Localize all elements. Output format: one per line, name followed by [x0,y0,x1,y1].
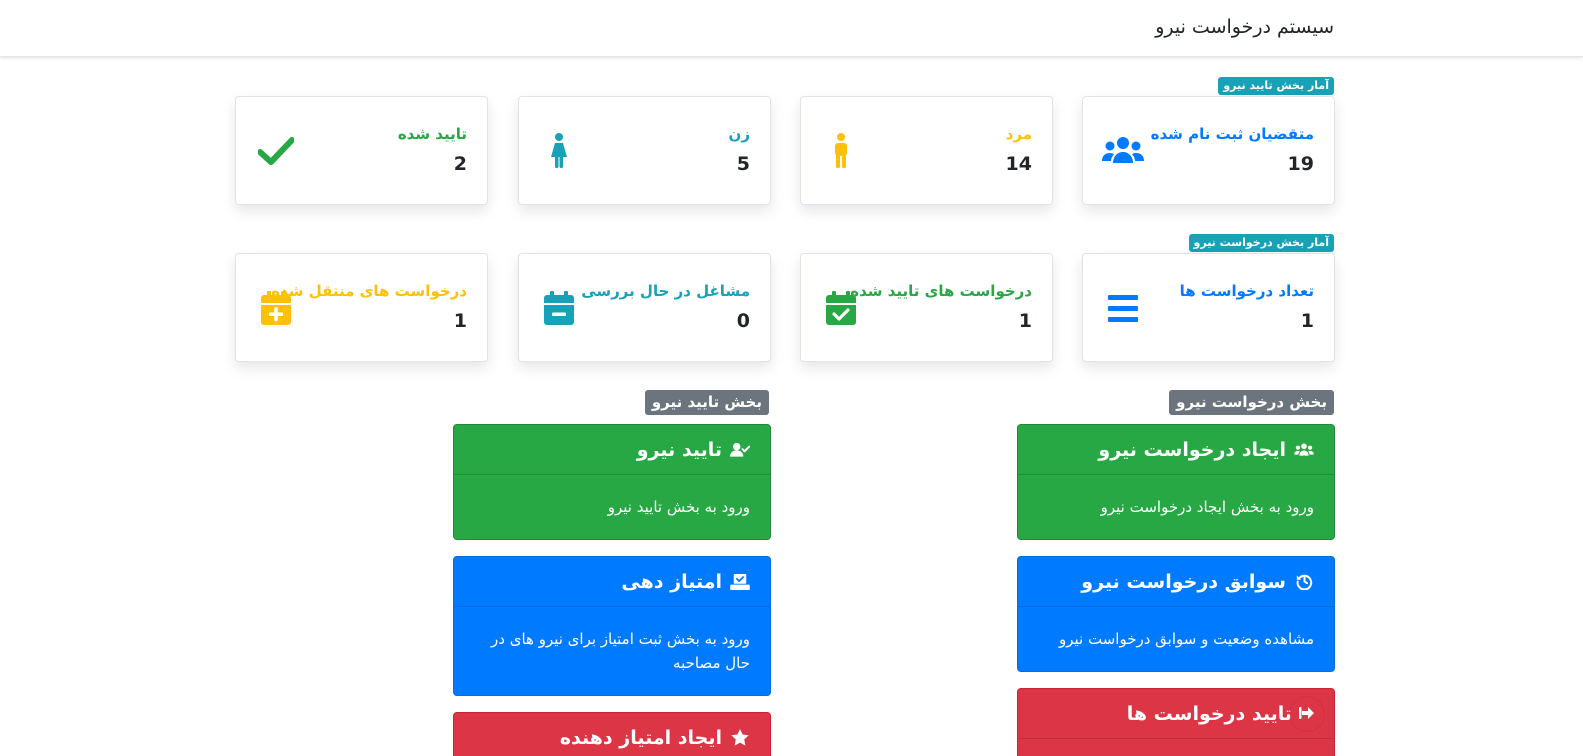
stat-title: مشاغل در حال بررسی [581,282,750,300]
create-request-card[interactable]: ایجاد درخواست نیرو ورود به بخش ایجاد درخ… [1017,424,1335,540]
stat-card-jobs-reviewing: مشاغل در حال بررسی 0 [518,253,771,362]
card-description: ورود به بخش ثبت امتیاز برای نیرو های در … [491,630,750,672]
card-title: تایید درخواست ها [1126,702,1292,725]
stat-title: تایید شده [397,125,467,143]
users-icon [1294,440,1314,460]
stat-title: متقضیان ثبت نام شده [1150,125,1314,143]
card-header: امتیاز دهی [454,557,770,607]
card-header: تایید درخواست ها [1018,689,1334,739]
stat-value: 0 [736,310,750,332]
scoring-card[interactable]: امتیاز دهی ورود به بخش ثبت امتیاز برای ن… [453,556,771,696]
list-icon [1101,288,1145,328]
card-description: ورود به بخش ایجاد درخواست نیرو [1100,498,1314,516]
request-group-label: بخش درخواست نیرو [1169,390,1334,415]
request-history-card[interactable]: سوابق درخواست نیرو مشاهده وضعیت و سوابق … [1017,556,1335,672]
check-icon [254,131,298,171]
card-header: تایید نیرو [454,425,770,475]
card-title: ایجاد درخواست نیرو [1098,438,1286,461]
sign-out-icon [1299,705,1315,724]
stat-card-request-count: تعداد درخواست ها 1 [1082,253,1335,362]
stat-title: مرد [1005,125,1032,143]
stat-value: 1 [1018,310,1032,332]
approval-group-label: بخش تایید نیرو [644,390,769,415]
star-icon [730,728,750,748]
stat-card-approved: تایید شده 2 [235,96,488,205]
stat-value: 2 [453,153,467,175]
card-title: امتیاز دهی [621,570,722,593]
create-scorer-card[interactable]: ایجاد امتیاز دهنده [453,712,771,756]
app-title[interactable]: سیستم درخواست نیرو [1155,16,1334,38]
user-check-icon [730,440,750,460]
card-header: ایجاد امتیاز دهنده [454,713,770,756]
calendar-minus-icon [537,288,581,328]
top-navbar: سیستم درخواست نیرو [0,0,1583,57]
card-title: سوابق درخواست نیرو [1081,570,1286,593]
users-icon [1101,131,1145,171]
stat-title: درخواست های منتقل شده [271,282,467,300]
card-header: سوابق درخواست نیرو [1018,557,1334,607]
stat-card-approved-requests: درخواست های تایید شده 1 [800,253,1053,362]
stat-title: زن [728,125,750,143]
card-description: ورود به بخش تایید نیرو [607,498,750,516]
card-title: ایجاد امتیاز دهنده [559,726,722,749]
card-description: مشاهده وضعیت و سوابق درخواست نیرو [1059,630,1314,648]
stat-value: 19 [1287,153,1314,175]
approve-requests-card[interactable]: تایید درخواست ها [1017,688,1335,756]
approval-stats-badge: آمار بخش تایید نیرو [1218,77,1334,95]
stat-card-transferred-requests: درخواست های منتقل شده 1 [235,253,488,362]
sign-out-button[interactable] [1290,697,1324,731]
female-icon [537,131,581,171]
calendar-plus-icon [254,288,298,328]
stat-value: 5 [736,153,750,175]
stat-card-female: زن 5 [518,96,771,205]
stat-title: درخواست های تایید شده [850,282,1032,300]
approve-staff-card[interactable]: تایید نیرو ورود به بخش تایید نیرو [453,424,771,540]
request-stats-badge: آمار بخش درخواست نیرو [1188,234,1334,252]
male-icon [819,131,863,171]
stat-value: 1 [453,310,467,332]
stat-value: 1 [1300,310,1314,332]
card-header: ایجاد درخواست نیرو [1018,425,1334,475]
stat-card-male: مرد 14 [800,96,1053,205]
stat-card-registered: متقضیان ثبت نام شده 19 [1082,96,1335,205]
calendar-check-icon [819,288,863,328]
stat-title: تعداد درخواست ها [1179,282,1314,300]
vote-icon [730,572,750,592]
stat-value: 14 [1005,153,1032,175]
history-icon [1294,572,1314,592]
card-title: تایید نیرو [636,438,722,461]
